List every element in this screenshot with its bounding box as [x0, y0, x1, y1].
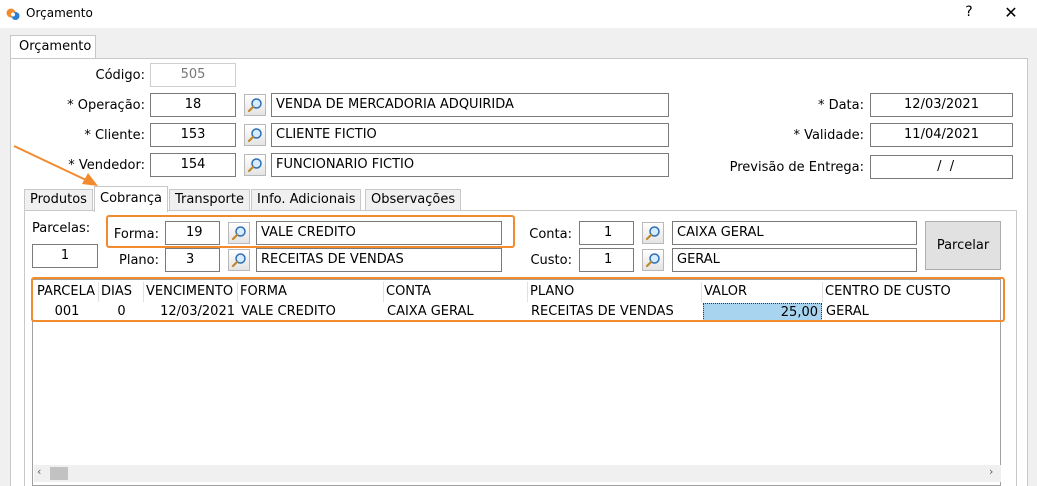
magnifier-icon	[231, 226, 246, 241]
custo-code-input[interactable]: 1	[579, 248, 634, 272]
plano-desc-field[interactable]: RECEITAS DE VENDAS	[256, 248, 502, 272]
column-header[interactable]: CONTA	[384, 282, 528, 302]
vertical-scrollbar[interactable]	[1028, 58, 1037, 486]
custo-label: Custo:	[530, 253, 572, 268]
data-input[interactable]: 12/03/2021	[870, 93, 1013, 117]
cliente-lookup-button[interactable]	[244, 124, 266, 146]
cell-parcela[interactable]: 001	[35, 303, 99, 321]
parcelas-grid[interactable]: PARCELA DIAS VENCIMENTO FORMA CONTA PLAN…	[32, 279, 1001, 486]
column-header[interactable]: VENCIMENTO	[144, 282, 238, 302]
magnifier-icon	[645, 253, 660, 268]
previsao-entrega-input[interactable]: / /	[870, 155, 1013, 179]
tab-cobranca[interactable]: Cobrança	[94, 186, 168, 212]
codigo-label: Código:	[95, 68, 145, 83]
previsao-entrega-label: Previsão de Entrega:	[729, 160, 864, 175]
column-header[interactable]: FORMA	[238, 282, 384, 302]
tab-produtos[interactable]: Produtos	[24, 189, 93, 211]
cell-plano[interactable]: RECEITAS DE VENDAS	[528, 303, 702, 321]
tab-observacoes[interactable]: Observações	[365, 189, 462, 211]
cell-conta[interactable]: CAIXA GERAL	[384, 303, 528, 321]
conta-code-input[interactable]: 1	[579, 221, 634, 245]
forma-code-input[interactable]: 19	[165, 221, 220, 245]
custo-desc-field[interactable]: GERAL	[672, 248, 917, 272]
scroll-thumb[interactable]	[50, 467, 68, 480]
plano-lookup-button[interactable]	[228, 249, 250, 271]
plano-label: Plano:	[119, 253, 159, 268]
magnifier-icon	[247, 98, 262, 113]
scroll-left-icon[interactable]: ‹	[37, 465, 41, 478]
column-header[interactable]: CENTRO DE CUSTO	[823, 282, 999, 302]
column-header[interactable]: PARCELA	[35, 282, 99, 302]
operacao-label: * Operação:	[67, 98, 145, 113]
scroll-right-icon[interactable]: ›	[989, 465, 993, 478]
tab-info-adicionais[interactable]: Info. Adicionais	[251, 189, 362, 211]
cell-dias[interactable]: 0	[99, 303, 144, 321]
operacao-desc-field[interactable]: VENDA DE MERCADORIA ADQUIRIDA	[271, 93, 669, 117]
cliente-desc-field[interactable]: CLIENTE FICTIO	[271, 123, 669, 147]
validade-input[interactable]: 11/04/2021	[870, 123, 1013, 147]
cliente-code-input[interactable]: 153	[150, 123, 236, 147]
annotation-arrow-icon	[13, 145, 98, 186]
forma-label: Forma:	[113, 227, 159, 242]
cell-vencimento[interactable]: 12/03/2021	[144, 303, 238, 321]
tab-transporte[interactable]: Transporte	[169, 189, 250, 211]
magnifier-icon	[645, 226, 660, 241]
tab-orcamento[interactable]: Orçamento	[10, 35, 96, 59]
cell-centro-custo[interactable]: GERAL	[823, 303, 999, 321]
vendedor-desc-field[interactable]: FUNCIONARIO FICTIO	[271, 153, 669, 177]
magnifier-icon	[231, 253, 246, 268]
forma-lookup-button[interactable]	[228, 222, 250, 244]
operacao-lookup-button[interactable]	[244, 94, 266, 116]
column-header[interactable]: DIAS	[99, 282, 144, 302]
column-header[interactable]: VALOR	[702, 282, 823, 302]
plano-code-input[interactable]: 3	[165, 248, 220, 272]
custo-lookup-button[interactable]	[642, 249, 664, 271]
cell-valor[interactable]: 25,00	[703, 303, 822, 321]
help-button[interactable]: ?	[958, 4, 980, 24]
parcelas-label: Parcelas:	[32, 221, 91, 236]
app-logo-icon	[6, 8, 20, 20]
vendedor-lookup-button[interactable]	[244, 154, 266, 176]
validade-label: * Validade:	[793, 128, 864, 143]
close-button[interactable]: ✕	[996, 3, 1026, 25]
window-title: Orçamento	[26, 6, 93, 20]
data-label: * Data:	[817, 98, 864, 113]
title-bar: Orçamento ? ✕	[0, 0, 1037, 28]
magnifier-icon	[247, 128, 262, 143]
parcelar-button[interactable]: Parcelar	[925, 221, 1001, 270]
magnifier-icon	[247, 158, 262, 173]
forma-desc-field[interactable]: VALE CREDITO	[256, 221, 502, 245]
conta-desc-field[interactable]: CAIXA GERAL	[672, 221, 917, 245]
horizontal-scrollbar[interactable]: ‹ ›	[34, 465, 1001, 482]
column-header[interactable]: PLANO	[528, 282, 702, 302]
codigo-field: 505	[150, 63, 236, 87]
vendedor-code-input[interactable]: 154	[150, 153, 236, 177]
parcelas-input[interactable]: 1	[32, 244, 98, 268]
conta-label: Conta:	[529, 227, 572, 242]
operacao-code-input[interactable]: 18	[150, 93, 236, 117]
cell-forma[interactable]: VALE CREDITO	[238, 303, 384, 321]
conta-lookup-button[interactable]	[642, 222, 664, 244]
